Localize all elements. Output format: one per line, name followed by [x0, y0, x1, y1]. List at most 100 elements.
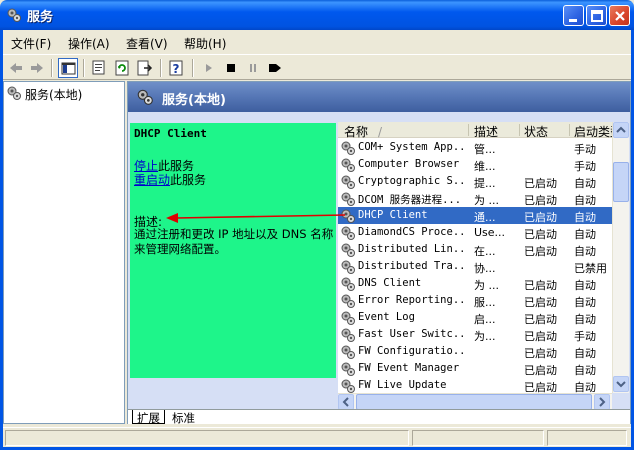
restart-service-icon[interactable] — [265, 58, 285, 78]
service-gear-icon — [341, 141, 355, 155]
restart-service-link[interactable]: 重启动 — [134, 173, 170, 187]
export-list-icon[interactable] — [135, 58, 155, 78]
service-row[interactable]: Fast User Switc... 为... 已启动 手动 — [338, 326, 612, 343]
scroll-up-button[interactable] — [613, 122, 629, 138]
pause-service-icon[interactable] — [243, 58, 263, 78]
service-name: DCOM 服务器进程... — [358, 194, 462, 206]
back-arrow-icon[interactable] — [6, 58, 26, 78]
service-row[interactable]: Error Reporting... 服... 已启动 自动 — [338, 292, 612, 309]
services-list[interactable]: 名称/ 描述 状态 启动类型 COM+ System App...管...手动C… — [338, 122, 612, 393]
service-startup-type: 手动 — [574, 160, 596, 173]
scroll-down-button[interactable] — [613, 376, 629, 392]
service-gear-icon — [341, 260, 355, 274]
service-name: DHCP Client — [358, 209, 428, 221]
service-row[interactable]: DCOM 服务器进程... 为 ... 已启动 自动 — [338, 190, 612, 207]
service-gear-icon — [341, 192, 355, 206]
service-row[interactable]: FW Live Update 已启动 自动 — [338, 377, 612, 393]
service-row[interactable]: FW Event Manager 已启动 自动 — [338, 360, 612, 377]
service-gear-icon — [341, 226, 355, 240]
scroll-right-button[interactable] — [594, 394, 610, 410]
console-tree: 服务(本地) — [3, 81, 125, 424]
scroll-left-button[interactable] — [338, 394, 354, 410]
service-description: 通... — [474, 211, 496, 224]
service-name: Error Reporting... — [358, 294, 468, 306]
column-separator[interactable] — [569, 124, 570, 136]
service-gear-icon — [341, 311, 355, 325]
refresh-icon[interactable] — [112, 58, 132, 78]
service-status: 已启动 — [524, 330, 557, 343]
service-status: 已启动 — [524, 194, 557, 207]
horizontal-scrollbar[interactable] — [338, 393, 612, 410]
tree-item-label: 服务(本地) — [25, 88, 83, 102]
service-description: 服... — [474, 296, 496, 309]
maximize-button[interactable] — [586, 5, 607, 26]
toolbar-separator — [160, 59, 162, 77]
service-row[interactable]: DHCP Client 通... 已启动 自动 — [338, 207, 612, 224]
service-row[interactable]: Distributed Lin... 在... 已启动 自动 — [338, 241, 612, 258]
service-description: 在... — [474, 245, 496, 258]
service-row[interactable]: Event Log 启... 已启动 自动 — [338, 309, 612, 326]
tab-extended[interactable]: 扩展 — [132, 410, 165, 425]
service-name: DNS Client — [358, 277, 422, 289]
service-name: COM+ System App... — [358, 141, 468, 153]
toolbar-separator — [83, 59, 85, 77]
close-button[interactable] — [609, 5, 630, 26]
service-gear-icon — [341, 294, 355, 308]
service-gear-icon — [341, 277, 355, 291]
column-header-status[interactable]: 状态 — [524, 123, 568, 138]
service-startup-type: 自动 — [574, 211, 596, 224]
toolbar-separator — [192, 59, 194, 77]
service-row[interactable]: Computer Browser 维... 手动 — [338, 156, 612, 173]
service-startup-type: 自动 — [574, 228, 596, 241]
menu-view[interactable]: 查看(V) — [126, 35, 168, 52]
pane-body: DHCP Client 停止此服务 重启动此服务 描述: 通过注册和更改 IP … — [128, 112, 630, 410]
window-title: 服务 — [27, 10, 54, 25]
service-gear-icon — [341, 158, 355, 172]
column-separator[interactable] — [519, 124, 520, 136]
column-header-start-type[interactable]: 启动类型 — [574, 123, 612, 138]
start-service-icon[interactable] — [199, 58, 219, 78]
services-gear-icon — [137, 89, 153, 105]
service-row[interactable]: Cryptographic S... 提... 已启动 自动 — [338, 173, 612, 190]
service-description: 为 ... — [474, 279, 499, 292]
help-icon[interactable]: ? — [167, 58, 187, 78]
service-name: DiamondCS Proce... — [358, 226, 468, 238]
title-bar[interactable]: 服务 — [0, 0, 634, 30]
column-name-label: 名称 — [344, 125, 369, 138]
service-row[interactable]: DiamondCS Proce... Use... 已启动 自动 — [338, 224, 612, 241]
status-bar — [3, 427, 631, 447]
column-separator[interactable] — [468, 124, 469, 136]
menu-action[interactable]: 操作(A) — [68, 35, 110, 52]
column-header-name[interactable]: 名称 / — [344, 123, 464, 138]
service-startup-type: 手动 — [574, 143, 596, 156]
service-row[interactable]: Distributed Tra... 协... 已禁用 — [338, 258, 612, 275]
services-gear-icon — [6, 7, 22, 23]
list-header: 名称 / 描述 状态 启动类型 — [338, 122, 612, 138]
show-hide-tree-icon[interactable] — [58, 58, 78, 78]
properties-icon[interactable] — [89, 58, 109, 78]
stop-service-icon[interactable] — [221, 58, 241, 78]
service-gear-icon — [341, 175, 355, 189]
details-pane: 服务(本地) DHCP Client 停止此服务 重启动此服务 描述: 通过注册… — [127, 81, 631, 425]
service-gear-icon — [341, 379, 355, 393]
service-row[interactable]: COM+ System App... 管... 手动 — [338, 139, 612, 156]
menu-help[interactable]: 帮助(H) — [184, 35, 226, 52]
menu-file[interactable]: 文件(F) — [11, 35, 51, 52]
horizontal-scroll-thumb[interactable] — [356, 394, 592, 410]
minimize-button[interactable] — [563, 5, 584, 26]
service-row[interactable]: FW Configuratio... 已启动 自动 — [338, 343, 612, 360]
service-description: 启... — [474, 313, 496, 326]
service-startup-type: 自动 — [574, 245, 596, 258]
service-row[interactable]: DNS Client 为 ... 已启动 自动 — [338, 275, 612, 292]
service-name: FW Live Update — [358, 379, 447, 391]
service-startup-type: 自动 — [574, 313, 596, 326]
column-header-desc[interactable]: 描述 — [474, 123, 518, 138]
service-startup-type: 自动 — [574, 296, 596, 309]
service-status: 已启动 — [524, 211, 557, 224]
vertical-scroll-thumb[interactable] — [613, 162, 629, 202]
forward-arrow-icon[interactable] — [27, 58, 47, 78]
status-pane-2 — [412, 430, 544, 446]
status-pane-3 — [547, 430, 627, 446]
tab-standard[interactable]: 标准 — [168, 410, 199, 425]
vertical-scrollbar[interactable] — [612, 122, 629, 393]
